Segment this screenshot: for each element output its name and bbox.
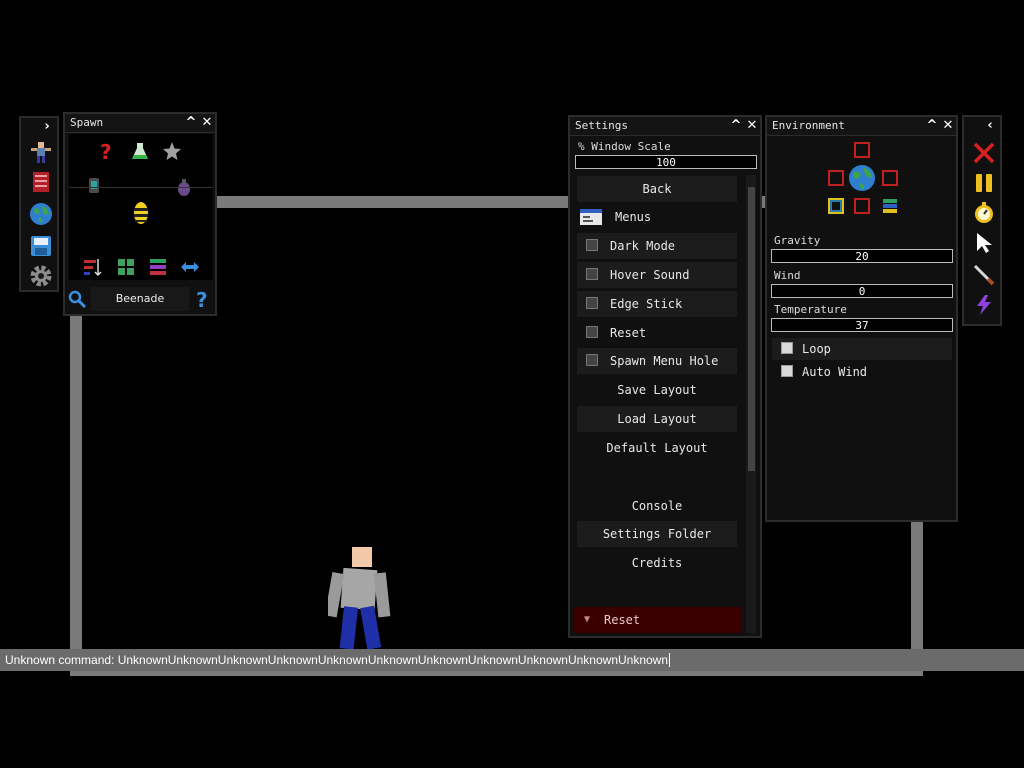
star-icon[interactable]	[161, 140, 183, 162]
hover-sound-toggle[interactable]: Hover Sound	[577, 262, 737, 288]
book-icon[interactable]	[29, 170, 53, 194]
swap-arrows-icon[interactable]	[179, 256, 201, 278]
spawn-title: Spawn	[70, 116, 104, 129]
sort-icon[interactable]	[81, 256, 103, 278]
help-icon[interactable]: ?	[193, 288, 213, 310]
minimize-button[interactable]: ^	[728, 117, 744, 135]
clear-x-icon[interactable]	[972, 141, 996, 165]
save-disk-icon[interactable]	[29, 234, 53, 258]
reset-confirmation-toggle[interactable]: Reset Confirmation	[577, 320, 737, 366]
cursor-icon[interactable]	[972, 231, 996, 255]
settings-scrollbar-thumb[interactable]	[748, 187, 755, 471]
menus-icon	[580, 209, 602, 225]
flask-icon[interactable]	[129, 140, 151, 162]
spawn-item-grid: ?	[69, 134, 213, 280]
auto-wind-toggle[interactable]: Auto Wind	[772, 361, 952, 383]
settings-folder-button[interactable]: Settings Folder	[577, 521, 737, 547]
option-label: Spawn Menu Hole	[610, 354, 719, 368]
console-text: Unknown command: UnknownUnknownUnknownUn…	[5, 653, 669, 667]
collapse-toolbar-button[interactable]: ‹	[982, 117, 998, 135]
settings-title: Settings	[575, 119, 628, 132]
search-icon[interactable]	[67, 289, 87, 309]
checkbox[interactable]	[586, 326, 598, 338]
dark-mode-toggle[interactable]: Dark Mode	[577, 233, 737, 259]
wind-input[interactable]: 0	[771, 284, 953, 298]
spawn-titlebar[interactable]: Spawn ^ ✕	[65, 114, 215, 133]
auto-wind-label: Auto Wind	[802, 365, 868, 379]
expand-toolbar-button[interactable]: ›	[39, 118, 55, 136]
environment-preset-selector[interactable]	[825, 141, 901, 217]
temperature-label: Temperature	[774, 303, 847, 316]
spawn-search-bar: Beenade ?	[65, 285, 215, 313]
temperature-input[interactable]: 37	[771, 318, 953, 332]
spawn-menu-hole-toggle[interactable]: Spawn Menu Hole	[577, 348, 737, 374]
gravity-label: Gravity	[774, 234, 821, 247]
environment-window: Environment ^ ✕ Gravity 20 Wind 0 Temper…	[765, 115, 958, 522]
list-view-icon[interactable]	[147, 256, 169, 278]
wind-label: Wind	[774, 269, 801, 282]
window-scale-input[interactable]: 100	[575, 155, 757, 169]
text-cursor	[669, 653, 674, 667]
stopwatch-icon[interactable]	[972, 201, 996, 225]
window-scale-label: % Window Scale	[578, 140, 671, 153]
checkbox[interactable]	[586, 239, 598, 251]
environment-titlebar[interactable]: Environment ^ ✕	[767, 117, 956, 136]
minimize-button[interactable]: ^	[183, 114, 199, 132]
loop-label: Loop	[802, 342, 831, 356]
left-toolbar: ›	[19, 116, 59, 292]
spawn-window: Spawn ^ ✕ ? Beenade ?	[63, 112, 217, 316]
back-button[interactable]: Back	[577, 176, 737, 202]
settings-window: Settings ^ ✕ % Window Scale 100 Back Men…	[568, 115, 762, 638]
lightning-icon[interactable]	[972, 293, 996, 317]
reset-section[interactable]: ▼ Reset	[574, 607, 741, 633]
checkbox[interactable]	[781, 342, 793, 354]
knife-icon[interactable]	[972, 263, 996, 287]
edge-stick-toggle[interactable]: Edge Stick	[577, 291, 737, 317]
menus-button[interactable]: Menus	[577, 204, 737, 230]
close-button[interactable]: ✕	[199, 114, 215, 132]
credits-button[interactable]: Credits	[577, 550, 737, 576]
globe-icon[interactable]	[29, 202, 53, 226]
chevron-down-icon: ▼	[584, 614, 591, 625]
right-toolbar: ‹	[962, 115, 1002, 326]
checkbox[interactable]	[586, 297, 598, 309]
beenade-icon[interactable]	[129, 198, 153, 226]
canister-icon[interactable]	[83, 174, 105, 196]
grid-divider	[69, 187, 213, 188]
console-output[interactable]: Unknown command: UnknownUnknownUnknownUn…	[0, 649, 1024, 671]
default-layout-button[interactable]: Default Layout	[577, 435, 737, 461]
human-spawn-icon[interactable]	[29, 140, 53, 164]
reset-label: Reset	[604, 613, 641, 627]
svg-text:?: ?	[196, 288, 208, 310]
close-button[interactable]: ✕	[940, 117, 956, 135]
environment-title: Environment	[772, 119, 845, 132]
minimize-button[interactable]: ^	[924, 117, 940, 135]
save-layout-button[interactable]: Save Layout	[577, 377, 737, 403]
pause-icon[interactable]	[972, 171, 996, 195]
loop-toggle[interactable]: Loop	[772, 338, 952, 360]
checkbox[interactable]	[586, 268, 598, 280]
world-right-wall	[911, 520, 923, 666]
console-button[interactable]: Console	[577, 493, 737, 519]
close-button[interactable]: ✕	[744, 117, 760, 135]
settings-titlebar[interactable]: Settings ^ ✕	[570, 117, 760, 136]
svg-text:?: ?	[100, 140, 112, 162]
ragdoll-human[interactable]	[328, 545, 392, 651]
menus-label: Menus	[615, 210, 652, 224]
load-layout-button[interactable]: Load Layout	[577, 406, 737, 432]
question-mark-icon[interactable]: ?	[95, 140, 117, 162]
gear-icon[interactable]	[29, 264, 53, 288]
checkbox[interactable]	[781, 365, 793, 377]
checkbox[interactable]	[586, 354, 598, 366]
selected-item-name[interactable]: Beenade	[91, 287, 189, 311]
gravity-input[interactable]: 20	[771, 249, 953, 263]
grid-view-icon[interactable]	[115, 256, 137, 278]
